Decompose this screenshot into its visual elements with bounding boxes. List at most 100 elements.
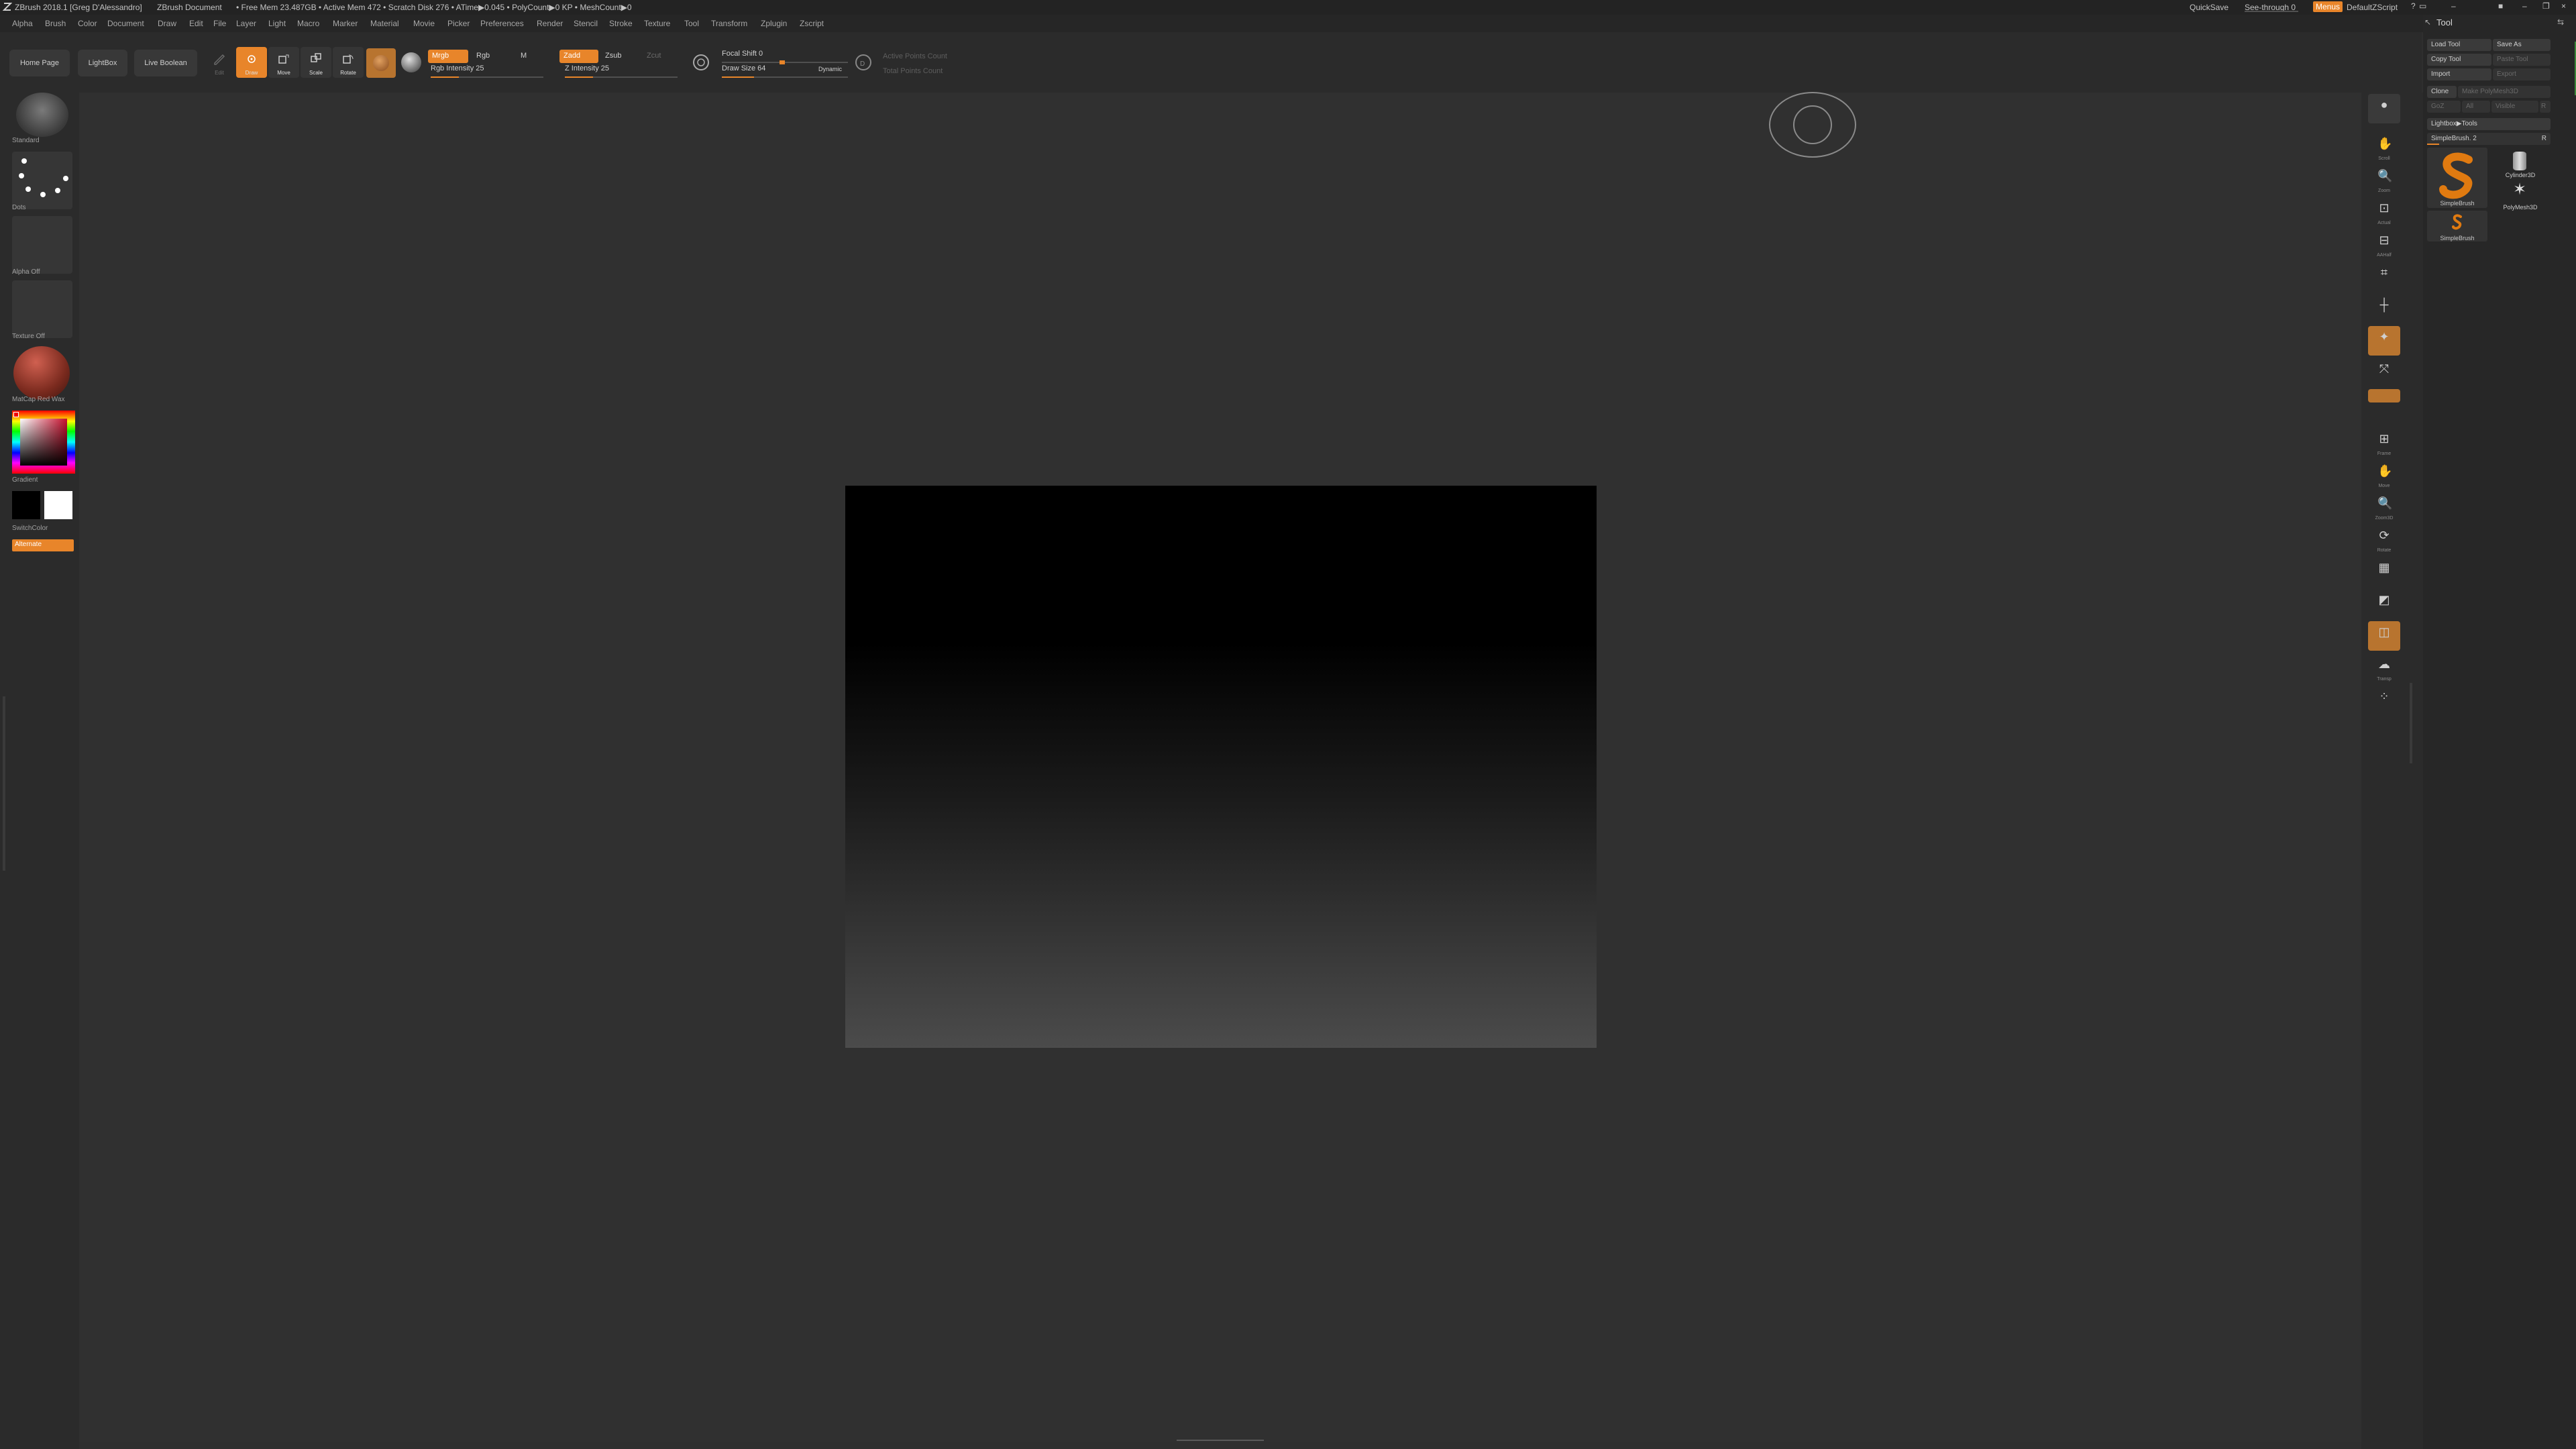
zadd-toggle[interactable]: Zadd	[559, 50, 598, 63]
copy-tool-button[interactable]: Copy Tool	[2427, 54, 2491, 66]
left-tray-handle[interactable]	[3, 696, 5, 871]
menu-item-draw[interactable]: Draw	[158, 19, 176, 28]
document-canvas[interactable]	[845, 486, 1597, 1048]
window-restore-icon[interactable]: ❐	[2542, 1, 2550, 11]
texture-selector[interactable]	[12, 280, 72, 338]
material-swatch-button[interactable]	[366, 48, 396, 78]
brush-selector[interactable]	[12, 93, 72, 141]
menu-item-render[interactable]: Render	[537, 19, 563, 28]
help-icon[interactable]: ?	[2411, 1, 2416, 11]
menu-item-brush[interactable]: Brush	[45, 19, 66, 28]
rgb-intensity-slider[interactable]: Rgb Intensity 25	[431, 64, 543, 78]
r-button[interactable]: R	[2540, 101, 2551, 113]
m-toggle[interactable]: M	[517, 50, 533, 63]
primary-color-swatch[interactable]	[44, 491, 72, 519]
floor-button[interactable]: ┼	[2368, 294, 2400, 323]
menu-item-zplugin[interactable]: Zplugin	[761, 19, 787, 28]
focal-shift-slider[interactable]: Focal Shift 0	[722, 50, 848, 64]
move-mode-button[interactable]: Move	[268, 47, 299, 78]
bpr-button[interactable]: ●	[2368, 94, 2400, 123]
clone-button[interactable]: Clone	[2427, 86, 2457, 98]
menu-item-stroke[interactable]: Stroke	[609, 19, 633, 28]
make-polymesh-button[interactable]: Make PolyMesh3D	[2458, 86, 2551, 98]
menu-item-tool[interactable]: Tool	[684, 19, 699, 28]
color-picker[interactable]	[12, 411, 75, 474]
menu-item-alpha[interactable]: Alpha	[12, 19, 33, 28]
menu-item-transform[interactable]: Transform	[711, 19, 747, 28]
menu-item-layer[interactable]: Layer	[236, 19, 256, 28]
menu-item-preferences[interactable]: Preferences	[480, 19, 524, 28]
quicksave-button[interactable]: QuickSave	[2190, 3, 2229, 12]
tool-palette-title[interactable]: Tool	[2436, 17, 2453, 28]
right-tray-handle[interactable]	[2410, 683, 2412, 763]
mrgb-toggle[interactable]: Mrgb	[428, 50, 468, 63]
all-button[interactable]: All	[2462, 101, 2490, 113]
color-sphere-icon[interactable]	[401, 52, 421, 72]
rotate-view-button[interactable]: ⟳ Rotate	[2368, 525, 2400, 554]
persp-button[interactable]: ⌗	[2368, 262, 2400, 291]
switchcolor-label[interactable]: SwitchColor	[0, 525, 79, 532]
secondary-color-swatch[interactable]	[12, 491, 40, 519]
home-page-button[interactable]: Home Page	[9, 50, 70, 76]
save-as-button[interactable]: Save As	[2493, 39, 2551, 51]
move-view-button[interactable]: ✋ Move	[2368, 460, 2400, 490]
default-zscript-button[interactable]: DefaultZScript	[2347, 3, 2398, 12]
tool-thumb-simplebrush-small[interactable]: SimpleBrush	[2427, 211, 2487, 241]
layout-icon[interactable]: ▭	[2419, 1, 2426, 11]
focal-shift-icon[interactable]	[691, 52, 711, 72]
palette-dock-icon[interactable]: ⇆	[2557, 17, 2564, 27]
import-button[interactable]: Import	[2427, 68, 2491, 80]
current-tool-slider[interactable]: SimpleBrush. 2 R	[2427, 133, 2551, 145]
line-fill-button[interactable]: ◩	[2368, 589, 2400, 619]
menu-item-marker[interactable]: Marker	[333, 19, 358, 28]
scale-mode-button[interactable]: Scale	[301, 47, 331, 78]
polyf-button[interactable]: ▦	[2368, 557, 2400, 586]
menu-item-material[interactable]: Material	[370, 19, 399, 28]
tool-thumb-simplebrush[interactable]: SimpleBrush	[2427, 148, 2487, 208]
z-intensity-slider[interactable]: Z Intensity 25	[565, 64, 678, 78]
paste-tool-button[interactable]: Paste Tool	[2493, 54, 2551, 66]
rotate-mode-button[interactable]: Rotate	[333, 47, 364, 78]
aahalf-button[interactable]: ⊟ AAHalf	[2368, 229, 2400, 259]
material-selector[interactable]	[12, 345, 72, 402]
frame-button[interactable]: ⊞ Frame	[2368, 428, 2400, 458]
palette-pin-icon[interactable]: ↖	[2424, 17, 2431, 27]
solo-button[interactable]: ⁘	[2368, 686, 2400, 715]
goz-button[interactable]: GoZ	[2427, 101, 2461, 113]
draw-mode-button[interactable]: Draw	[236, 47, 267, 78]
visible-button[interactable]: Visible	[2491, 101, 2538, 113]
stroke-selector[interactable]	[12, 152, 72, 209]
zsub-toggle[interactable]: Zsub	[601, 50, 631, 63]
primary-color-marker[interactable]	[13, 412, 19, 417]
zoom3d-button[interactable]: 🔍 Zoom3D	[2368, 492, 2400, 522]
menu-item-file[interactable]: File	[213, 19, 226, 28]
lock-icon[interactable]: ■	[2498, 1, 2503, 11]
rgb-toggle[interactable]: Rgb	[472, 50, 499, 63]
local-button[interactable]: ✦	[2368, 326, 2400, 356]
menu-item-macro[interactable]: Macro	[297, 19, 319, 28]
load-tool-button[interactable]: Load Tool	[2427, 39, 2491, 51]
menu-item-texture[interactable]: Texture	[644, 19, 670, 28]
transp-toggle[interactable]: ◫	[2368, 621, 2400, 651]
actual-button[interactable]: ⊡ Actual	[2368, 197, 2400, 227]
menu-item-stencil[interactable]: Stencil	[574, 19, 598, 28]
alternate-toggle[interactable]: Alternate	[12, 539, 74, 551]
menu-item-color[interactable]: Color	[78, 19, 97, 28]
zcut-toggle[interactable]: Zcut	[643, 50, 669, 63]
scroll-button[interactable]: ✋ Scroll	[2368, 133, 2400, 162]
export-button[interactable]: Export	[2493, 68, 2551, 80]
menu-item-zscript[interactable]: Zscript	[800, 19, 824, 28]
window-minimize-icon[interactable]: –	[2522, 1, 2527, 11]
menu-item-picker[interactable]: Picker	[447, 19, 470, 28]
xyz-button[interactable]: ⤧	[2368, 358, 2400, 388]
sym-button[interactable]	[2368, 389, 2400, 402]
bottom-tray-handle[interactable]	[1177, 1440, 1264, 1444]
menu-item-movie[interactable]: Movie	[413, 19, 435, 28]
live-boolean-button[interactable]: Live Boolean	[134, 50, 197, 76]
minimize-icon[interactable]: –	[2451, 1, 2456, 11]
alpha-selector[interactable]	[12, 216, 72, 274]
menus-toggle[interactable]: Menus	[2313, 1, 2343, 12]
dynamic-toggle[interactable]: Dynamic	[818, 66, 842, 72]
ghost-button[interactable]: ☁ Transp	[2368, 653, 2400, 683]
menu-item-light[interactable]: Light	[268, 19, 286, 28]
